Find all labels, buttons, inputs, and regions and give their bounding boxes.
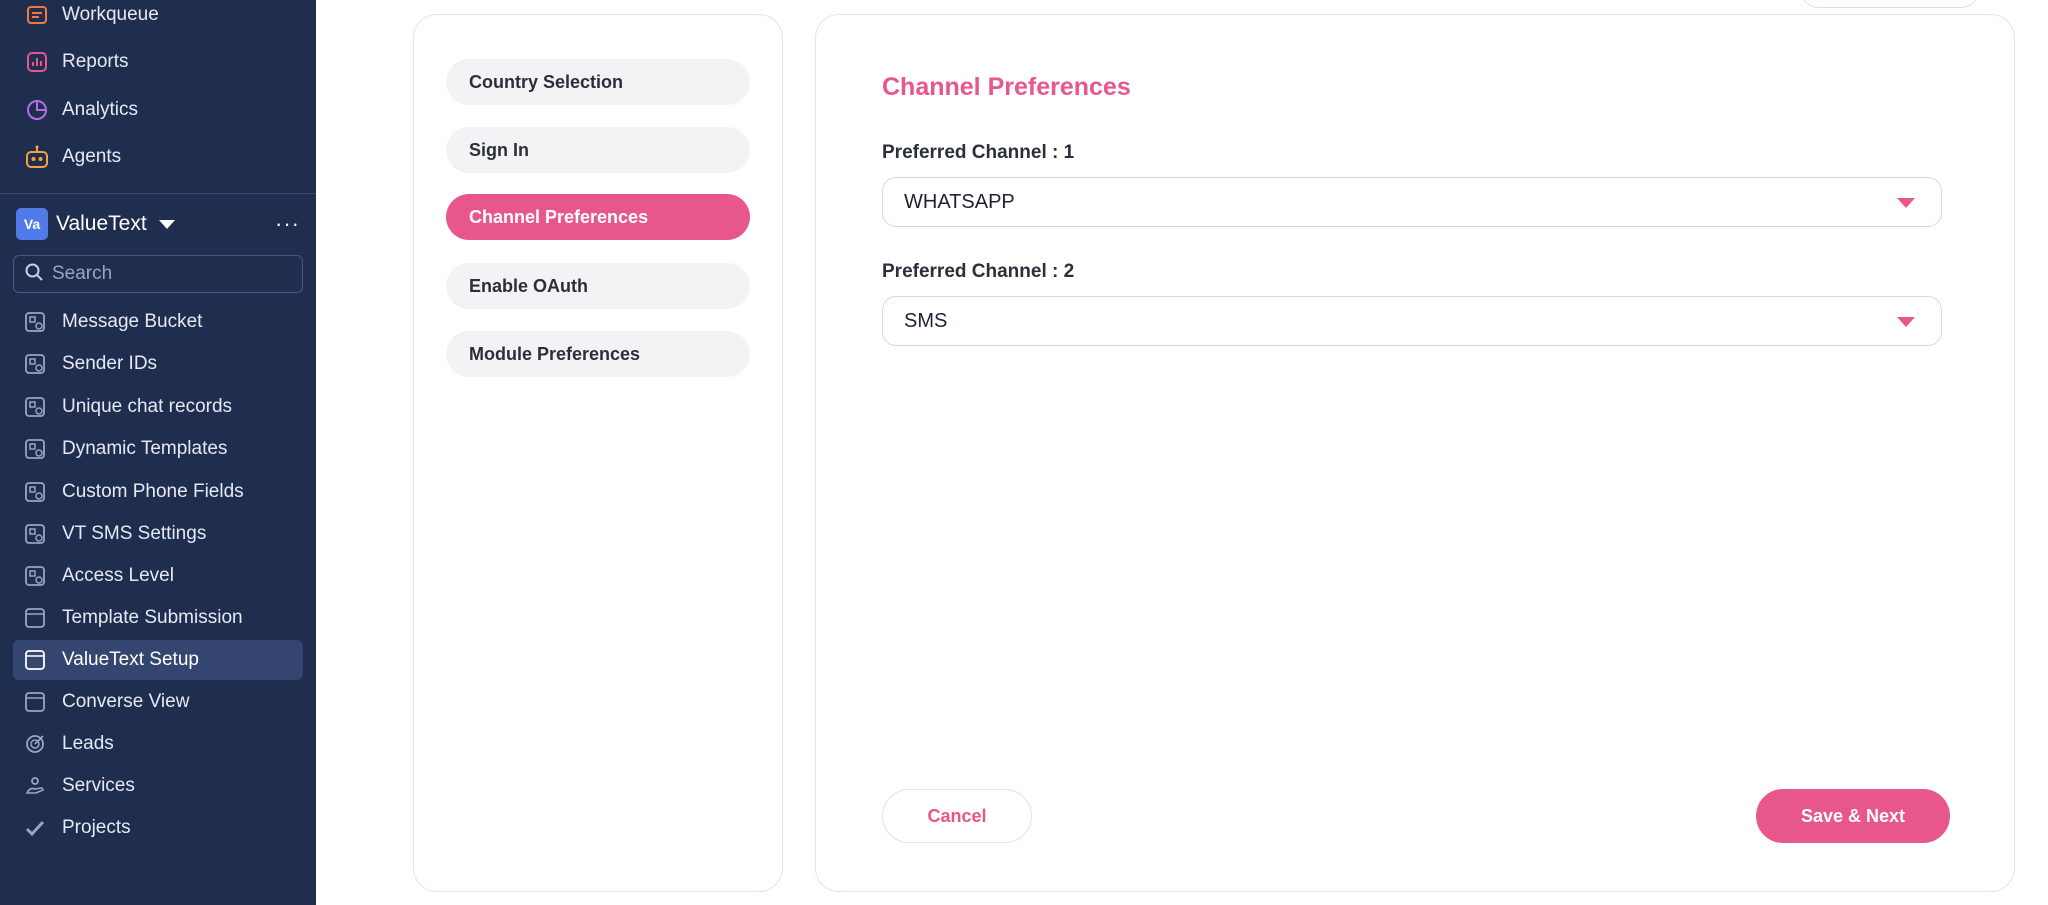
module-icon bbox=[22, 563, 48, 589]
sidebar-item-vt-sms-settings[interactable]: VT SMS Settings bbox=[13, 514, 303, 554]
sidebar-item-label: Message Bucket bbox=[62, 311, 203, 332]
sidebar-item-label: Unique chat records bbox=[62, 396, 233, 417]
more-options-icon[interactable]: ··· bbox=[275, 213, 300, 235]
sidebar-item-leads[interactable]: Leads bbox=[13, 724, 303, 764]
step-channel-preferences[interactable]: Channel Preferences bbox=[446, 194, 750, 240]
workqueue-icon bbox=[22, 0, 52, 30]
analytics-icon bbox=[22, 95, 52, 125]
sidebar-item-label: Custom Phone Fields bbox=[62, 481, 244, 502]
sidebar-item-custom-phone-fields[interactable]: Custom Phone Fields bbox=[13, 472, 303, 512]
dropdown-arrow-icon bbox=[1897, 198, 1915, 208]
projects-icon bbox=[22, 815, 48, 841]
search-input[interactable] bbox=[52, 263, 292, 285]
module-icon bbox=[22, 309, 48, 335]
sidebar-item-converse-view[interactable]: Converse View bbox=[13, 682, 303, 722]
sidebar-item-agents[interactable]: Agents bbox=[22, 140, 121, 174]
sidebar-item-label: Converse View bbox=[62, 691, 190, 712]
dropdown-arrow-icon bbox=[1897, 317, 1915, 327]
sidebar-item-label: Dynamic Templates bbox=[62, 438, 228, 459]
sidebar-item-label: Services bbox=[62, 775, 135, 796]
sidebar-item-label: VT SMS Settings bbox=[62, 523, 207, 544]
cancel-button[interactable]: Cancel bbox=[882, 789, 1032, 843]
channel-1-label: Preferred Channel : 1 bbox=[882, 142, 1075, 163]
sidebar-item-label: Leads bbox=[62, 733, 114, 754]
sidebar-item-projects[interactable]: Projects bbox=[13, 808, 303, 848]
sidebar-item-label: Reports bbox=[62, 51, 129, 72]
search-icon bbox=[24, 262, 44, 287]
sidebar-item-message-bucket[interactable]: Message Bucket bbox=[13, 302, 303, 342]
module-icon bbox=[22, 479, 48, 505]
sidebar-item-dynamic-templates[interactable]: Dynamic Templates bbox=[13, 429, 303, 469]
sidebar-item-valuetext-setup[interactable]: ValueText Setup bbox=[13, 640, 303, 680]
module-icon bbox=[22, 394, 48, 420]
sidebar-item-template-submission[interactable]: Template Submission bbox=[13, 598, 303, 638]
page-icon bbox=[22, 689, 48, 715]
step-module-preferences[interactable]: Module Preferences bbox=[446, 331, 750, 377]
step-enable-oauth[interactable]: Enable OAuth bbox=[446, 263, 750, 309]
step-sign-in[interactable]: Sign In bbox=[446, 127, 750, 173]
channel-2-value: SMS bbox=[904, 309, 948, 332]
sidebar-item-label: Agents bbox=[62, 146, 122, 167]
top-right-button[interactable] bbox=[1800, 0, 1980, 8]
sidebar-item-analytics[interactable]: Analytics bbox=[22, 93, 138, 127]
sidebar-search[interactable] bbox=[13, 255, 303, 293]
channel-1-select[interactable]: WHATSAPP bbox=[882, 177, 1942, 227]
page-icon bbox=[22, 605, 48, 631]
sidebar-item-label: ValueText Setup bbox=[62, 649, 199, 670]
module-icon bbox=[22, 436, 48, 462]
sidebar-item-services[interactable]: Services bbox=[13, 766, 303, 806]
sidebar-divider bbox=[0, 193, 316, 194]
channel-preferences-panel: Channel Preferences Preferred Channel : … bbox=[815, 14, 2015, 892]
reports-icon bbox=[22, 47, 52, 77]
sidebar-item-access-level[interactable]: Access Level bbox=[13, 556, 303, 596]
sidebar-item-label: Access Level bbox=[62, 565, 174, 586]
step-country-selection[interactable]: Country Selection bbox=[446, 59, 750, 105]
workspace-switcher[interactable]: Va ValueText ··· bbox=[16, 208, 300, 240]
module-icon bbox=[22, 351, 48, 377]
workspace-badge: Va bbox=[16, 208, 48, 240]
page-title: Channel Preferences bbox=[882, 73, 1131, 101]
channel-2-label: Preferred Channel : 2 bbox=[882, 261, 1075, 282]
sidebar-item-unique-chat-records[interactable]: Unique chat records bbox=[13, 387, 303, 427]
agents-icon bbox=[22, 142, 52, 172]
sidebar: Workqueue Reports Analytics Agents Va Va… bbox=[0, 0, 316, 905]
save-next-button[interactable]: Save & Next bbox=[1756, 789, 1950, 843]
sidebar-item-workqueue[interactable]: Workqueue bbox=[22, 0, 159, 32]
sidebar-item-label: Template Submission bbox=[62, 607, 243, 628]
page-icon bbox=[22, 647, 48, 673]
channel-1-value: WHATSAPP bbox=[904, 190, 1015, 213]
sidebar-item-label: Workqueue bbox=[62, 4, 159, 25]
sidebar-item-label: Projects bbox=[62, 817, 131, 838]
setup-steps-panel: Country Selection Sign In Channel Prefer… bbox=[413, 14, 783, 892]
sidebar-item-label: Analytics bbox=[62, 99, 139, 120]
leads-icon bbox=[22, 731, 48, 757]
module-icon bbox=[22, 521, 48, 547]
sidebar-item-label: Sender IDs bbox=[62, 353, 158, 374]
sidebar-item-sender-ids[interactable]: Sender IDs bbox=[13, 344, 303, 384]
workspace-name: ValueText bbox=[56, 212, 147, 235]
sidebar-item-reports[interactable]: Reports bbox=[22, 45, 129, 79]
chevron-down-icon[interactable] bbox=[158, 219, 175, 229]
channel-2-select[interactable]: SMS bbox=[882, 296, 1942, 346]
services-icon bbox=[22, 773, 48, 799]
